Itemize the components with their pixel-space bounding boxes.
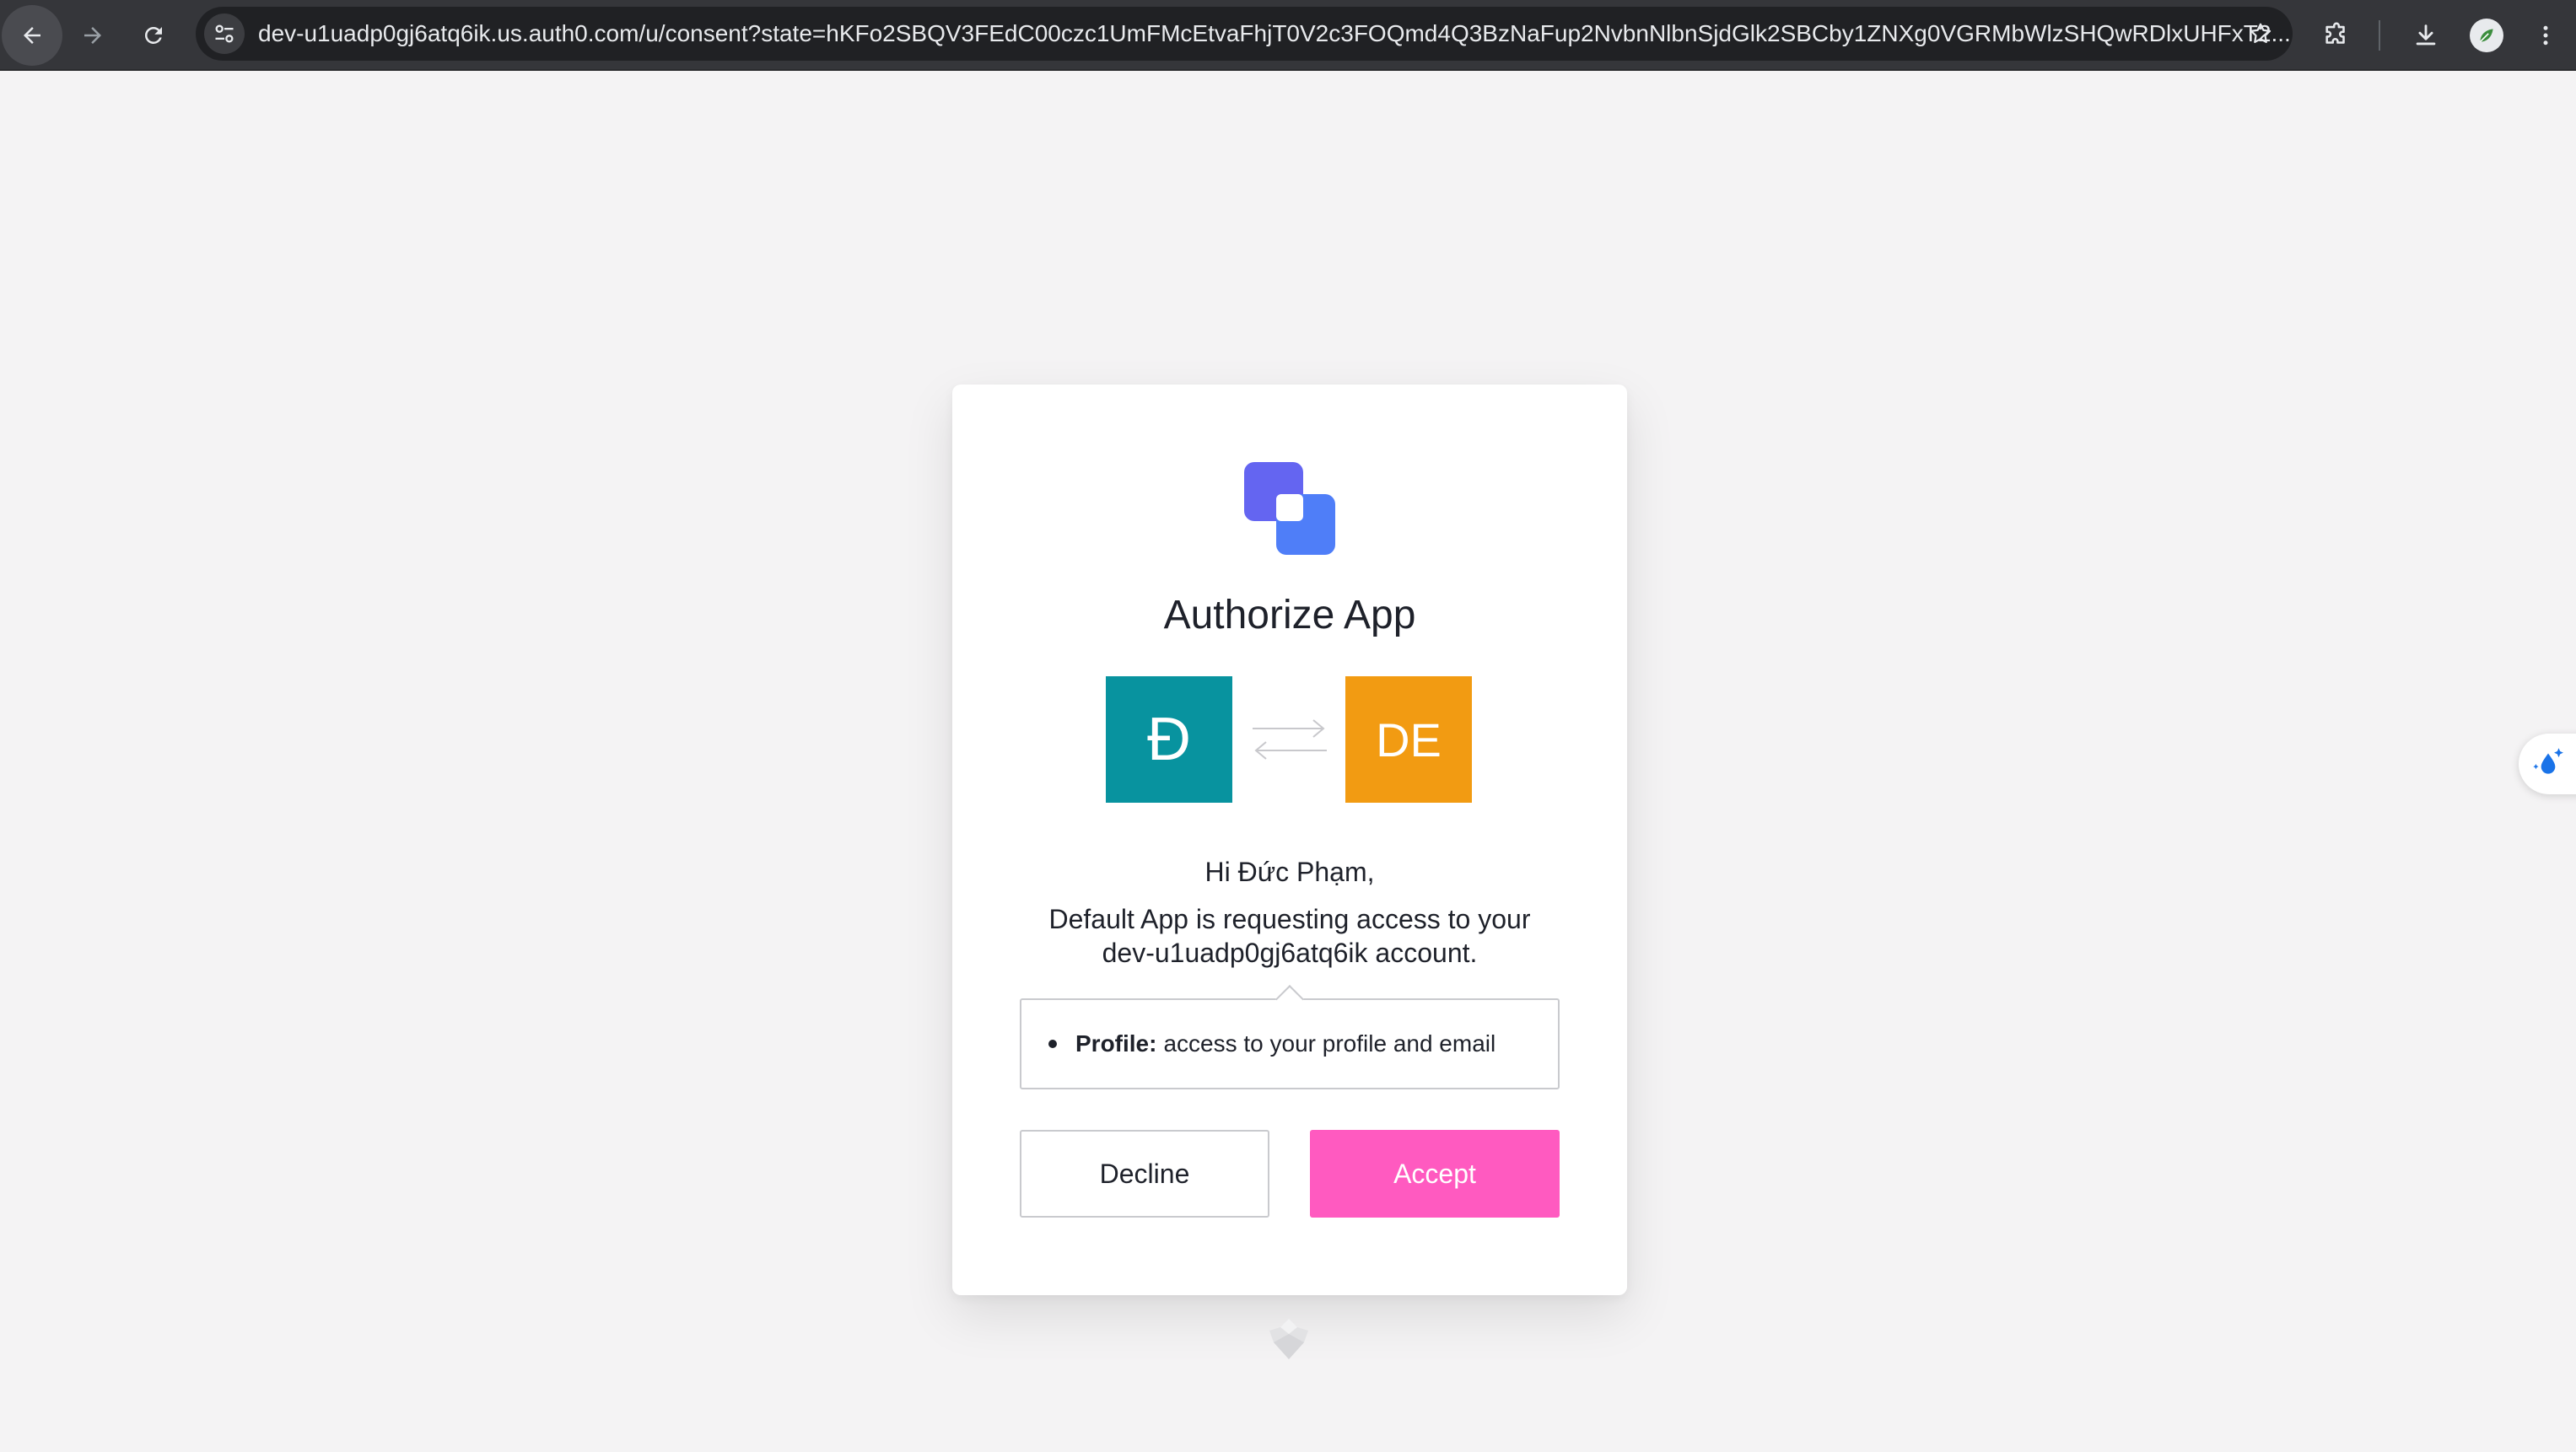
- browser-toolbar: dev-u1uadp0gj6atq6ik.us.auth0.com/u/cons…: [0, 0, 2576, 71]
- bookmark-button[interactable]: [2240, 13, 2281, 54]
- menu-button[interactable]: [2520, 10, 2571, 61]
- leaf-icon: [2479, 29, 2493, 43]
- puzzle-icon: [2325, 22, 2345, 44]
- sparkle-drop-icon: [2533, 748, 2563, 774]
- tenant-tile: DE: [1345, 676, 1472, 803]
- site-info-button[interactable]: [204, 13, 245, 54]
- client-app-tile: Đ: [1106, 676, 1232, 803]
- scope-name: Profile:: [1075, 1030, 1157, 1057]
- extensions-button[interactable]: [2311, 10, 2362, 61]
- side-assistant-widget[interactable]: [2519, 734, 2576, 794]
- decline-button[interactable]: Decline: [1020, 1130, 1269, 1218]
- scope-list-pointer: [1275, 985, 1304, 1014]
- address-bar[interactable]: dev-u1uadp0gj6atq6ik.us.auth0.com/u/cons…: [196, 7, 2293, 61]
- toolbar-divider: [2379, 20, 2380, 51]
- page-background: Authorize App Đ DE Hi Đức Phạm, Default …: [0, 73, 2576, 1452]
- scope-item-profile: Profile: access to your profile and emai…: [1048, 1030, 1495, 1057]
- consent-card: Authorize App Đ DE Hi Đức Phạm, Default …: [952, 385, 1627, 1295]
- reload-icon: [144, 26, 162, 44]
- page-title: Authorize App: [1163, 593, 1416, 637]
- more-vert-icon: [2543, 25, 2548, 46]
- bullet-icon: [1048, 1040, 1057, 1048]
- scope-list: Profile: access to your profile and emai…: [1020, 985, 1560, 1089]
- avatar: [2470, 19, 2503, 52]
- accept-button[interactable]: Accept: [1310, 1130, 1560, 1218]
- tune-icon: [215, 24, 234, 43]
- url-text[interactable]: dev-u1uadp0gj6atq6ik.us.auth0.com/u/cons…: [258, 7, 2417, 61]
- request-text: Default App is requesting access to your…: [1048, 904, 1531, 968]
- exchange-arrows-icon: [1253, 719, 1327, 760]
- reload-button[interactable]: [123, 5, 184, 66]
- arrow-right-icon: [84, 27, 101, 44]
- star-icon: [2250, 23, 2272, 43]
- downloads-button[interactable]: [2401, 10, 2451, 61]
- app-logo-icon: [1244, 462, 1335, 555]
- back-button[interactable]: [2, 5, 62, 66]
- profile-button[interactable]: [2461, 10, 2512, 61]
- arrow-left-icon: [24, 27, 40, 44]
- greeting-text: Hi Đức Phạm,: [1204, 857, 1375, 887]
- download-icon: [2416, 24, 2436, 46]
- forward-button[interactable]: [62, 5, 123, 66]
- auth0-shield-icon: [1269, 1319, 1308, 1359]
- scope-description: access to your profile and email: [1163, 1030, 1496, 1057]
